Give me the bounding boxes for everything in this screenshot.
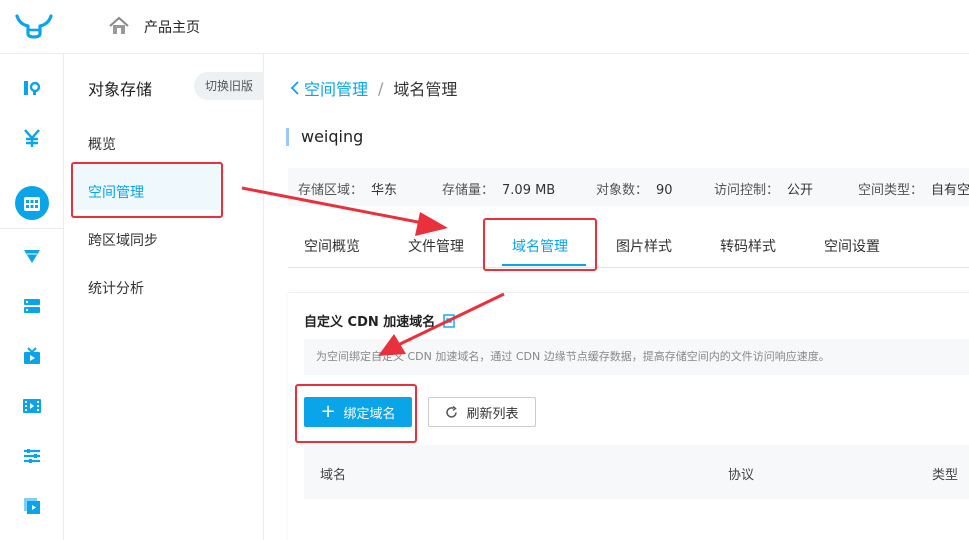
home-icon[interactable] bbox=[108, 16, 130, 36]
panel-tip: 为空间绑定自定义 CDN 加速域名，通过 CDN 边缘节点缓存数据，提高存储空间… bbox=[304, 339, 969, 375]
product-home-link[interactable]: 产品主页 bbox=[144, 17, 200, 37]
info-region: 存储区域： 华东 bbox=[298, 179, 397, 198]
info-count-label: 对象数： bbox=[596, 183, 649, 198]
chevron-left-icon[interactable] bbox=[290, 81, 300, 95]
panel-title: 自定义 CDN 加速域名 bbox=[304, 311, 455, 330]
rail-divider bbox=[0, 228, 64, 229]
info-size-label: 存储量： bbox=[442, 183, 495, 198]
annotation-box-button bbox=[295, 384, 417, 443]
panel-title-text: 自定义 CDN 加速域名 bbox=[304, 315, 436, 330]
billing-icon[interactable] bbox=[12, 118, 52, 158]
column-domain[interactable]: 域名 bbox=[320, 464, 346, 483]
top-bar: 产品主页 bbox=[0, 0, 969, 54]
object-storage-nav: 对象存储 切换旧版 概览 空间管理 跨区域同步 统计分析 bbox=[64, 54, 264, 540]
column-protocol[interactable]: 协议 bbox=[728, 464, 754, 483]
annotation-box-tab bbox=[483, 218, 597, 271]
main-content: 空间管理 / 域名管理 weiqing 存储区域： 华东 存储量： 7.09 MB … bbox=[264, 54, 969, 540]
product-rail bbox=[0, 54, 64, 540]
bucket-info-bar: 存储区域： 华东 存储量： 7.09 MB 对象数： 90 访问控制： 公开 空间类型：… bbox=[288, 168, 969, 206]
info-size-value: 7.09 MB bbox=[502, 183, 556, 198]
info-region-label: 存储区域： bbox=[298, 183, 364, 198]
info-region-value: 华东 bbox=[371, 183, 398, 198]
bucket-tabs: 空间概览 文件管理 域名管理 图片样式 转码样式 空间设置 bbox=[288, 224, 969, 268]
refresh-icon bbox=[446, 405, 458, 418]
refresh-list-label: 刷新列表 bbox=[466, 406, 519, 422]
tab-file-management[interactable]: 文件管理 bbox=[408, 236, 464, 256]
nav-title: 对象存储 bbox=[88, 80, 153, 99]
live-icon[interactable] bbox=[12, 336, 52, 376]
refresh-list-button[interactable]: 刷新列表 bbox=[428, 397, 536, 427]
info-access-label: 访问控制： bbox=[714, 183, 780, 198]
breadcrumb-current: 域名管理 bbox=[393, 80, 458, 99]
column-type[interactable]: 类型 bbox=[932, 464, 958, 483]
info-type-value: 自有空 bbox=[931, 183, 969, 198]
tab-bucket-settings[interactable]: 空间设置 bbox=[824, 236, 880, 256]
nav-item-cross-region-sync[interactable]: 跨区域同步 bbox=[88, 230, 158, 250]
tab-image-styles[interactable]: 图片样式 bbox=[616, 236, 672, 256]
storage-icon[interactable] bbox=[12, 184, 52, 224]
stats-icon[interactable] bbox=[12, 68, 52, 108]
qiniu-logo[interactable] bbox=[14, 12, 54, 42]
annotation-box-nav bbox=[71, 162, 223, 218]
video-icon[interactable] bbox=[12, 386, 52, 426]
nav-item-statistics[interactable]: 统计分析 bbox=[88, 278, 144, 298]
breadcrumb-separator: / bbox=[378, 78, 384, 98]
bucket-name: weiqing bbox=[286, 128, 363, 146]
tab-bucket-overview[interactable]: 空间概览 bbox=[304, 236, 360, 256]
info-access: 访问控制： 公开 bbox=[714, 179, 813, 198]
document-icon[interactable] bbox=[443, 313, 455, 328]
info-size: 存储量： 7.09 MB bbox=[442, 179, 555, 198]
info-count: 对象数： 90 bbox=[596, 179, 673, 198]
cdn-icon[interactable] bbox=[12, 236, 52, 276]
breadcrumb: 空间管理 / 域名管理 bbox=[290, 76, 457, 100]
server-icon[interactable] bbox=[12, 286, 52, 326]
breadcrumb-bucket-management[interactable]: 空间管理 bbox=[304, 76, 368, 100]
nav-item-overview[interactable]: 概览 bbox=[88, 134, 116, 154]
domain-table-header: 域名 协议 类型 bbox=[304, 445, 969, 499]
tab-transcode-styles[interactable]: 转码样式 bbox=[720, 236, 776, 256]
info-type-label: 空间类型： bbox=[858, 183, 924, 198]
settings-icon[interactable] bbox=[12, 436, 52, 476]
info-access-value: 公开 bbox=[787, 183, 814, 198]
switch-old-version-button[interactable]: 切换旧版 bbox=[194, 72, 264, 100]
info-type: 空间类型： 自有空 bbox=[858, 179, 969, 198]
info-count-value: 90 bbox=[656, 183, 673, 198]
media-icon[interactable] bbox=[12, 486, 52, 526]
